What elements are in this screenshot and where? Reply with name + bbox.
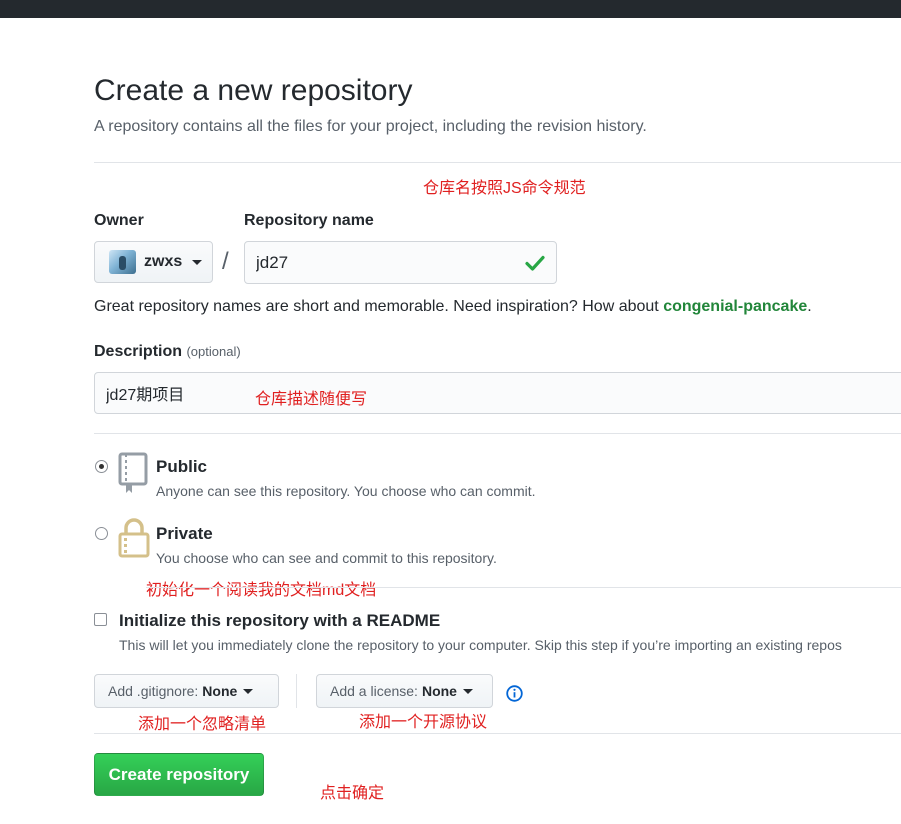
public-title: Public [156, 457, 208, 476]
gitignore-label: Add .gitignore: [108, 683, 199, 699]
check-icon [525, 255, 545, 271]
annotation-description: 仓库描述随便写 [255, 391, 368, 408]
hint-text: Great repository names are short and mem… [94, 298, 664, 315]
public-note: Anyone can see this repository. You choo… [156, 483, 536, 499]
private-note: You choose who can see and commit to thi… [156, 550, 497, 566]
gitignore-value: None [202, 683, 238, 699]
name-suggestion-link[interactable]: congenial-pancake [663, 298, 807, 315]
owner-select-button[interactable]: zwxs [94, 241, 213, 283]
readme-checkbox[interactable] [94, 613, 107, 626]
repo-book-icon [118, 452, 148, 493]
annotation-license: 添加一个开源协议 [359, 714, 488, 731]
repository-name-input[interactable] [244, 241, 557, 284]
description-input[interactable] [94, 372, 901, 414]
divider [94, 162, 901, 163]
repo-name-label: Repository name [244, 212, 374, 229]
optional-tag: (optional) [186, 344, 241, 359]
license-value: None [421, 683, 457, 699]
description-label: Description (optional) [94, 343, 241, 361]
annotation-gitignore: 添加一个忽略清单 [138, 716, 267, 733]
owner-label: Owner [94, 212, 144, 229]
lock-icon [118, 518, 150, 558]
page-subtitle: A repository contains all the files for … [94, 118, 647, 135]
private-title: Private [156, 524, 213, 543]
vertical-divider [296, 674, 297, 708]
license-select-button[interactable]: Add a license: None [316, 674, 493, 708]
owner-name: zwxs [144, 253, 183, 270]
public-radio[interactable] [95, 460, 108, 473]
divider [146, 587, 901, 588]
annotation-repo-name: 仓库名按照JS命令规范 [423, 180, 586, 197]
chevron-down-icon [243, 688, 254, 694]
repo-name-hint: Great repository names are short and mem… [94, 298, 812, 316]
readme-label[interactable]: Initialize this repository with a README [119, 611, 440, 631]
private-radio[interactable] [95, 527, 108, 540]
chevron-down-icon [462, 688, 473, 694]
gitignore-select-button[interactable]: Add .gitignore: None [94, 674, 279, 708]
page-title: Create a new repository [94, 74, 413, 107]
avatar [109, 250, 136, 274]
divider [94, 733, 901, 734]
hint-suffix: . [807, 298, 812, 315]
description-label-text: Description [94, 343, 183, 360]
license-label: Add a license: [330, 683, 418, 699]
annotation-readme: 初始化一个阅读我的文档md文档 [146, 582, 377, 599]
divider [94, 433, 901, 434]
readme-note: This will let you immediately clone the … [119, 637, 842, 653]
chevron-down-icon [192, 259, 203, 265]
top-navigation-bar [0, 0, 901, 18]
owner-repo-separator: / [222, 248, 229, 275]
create-repository-button[interactable]: Create repository [94, 753, 264, 796]
info-icon[interactable] [506, 685, 523, 702]
annotation-create: 点击确定 [320, 785, 385, 802]
